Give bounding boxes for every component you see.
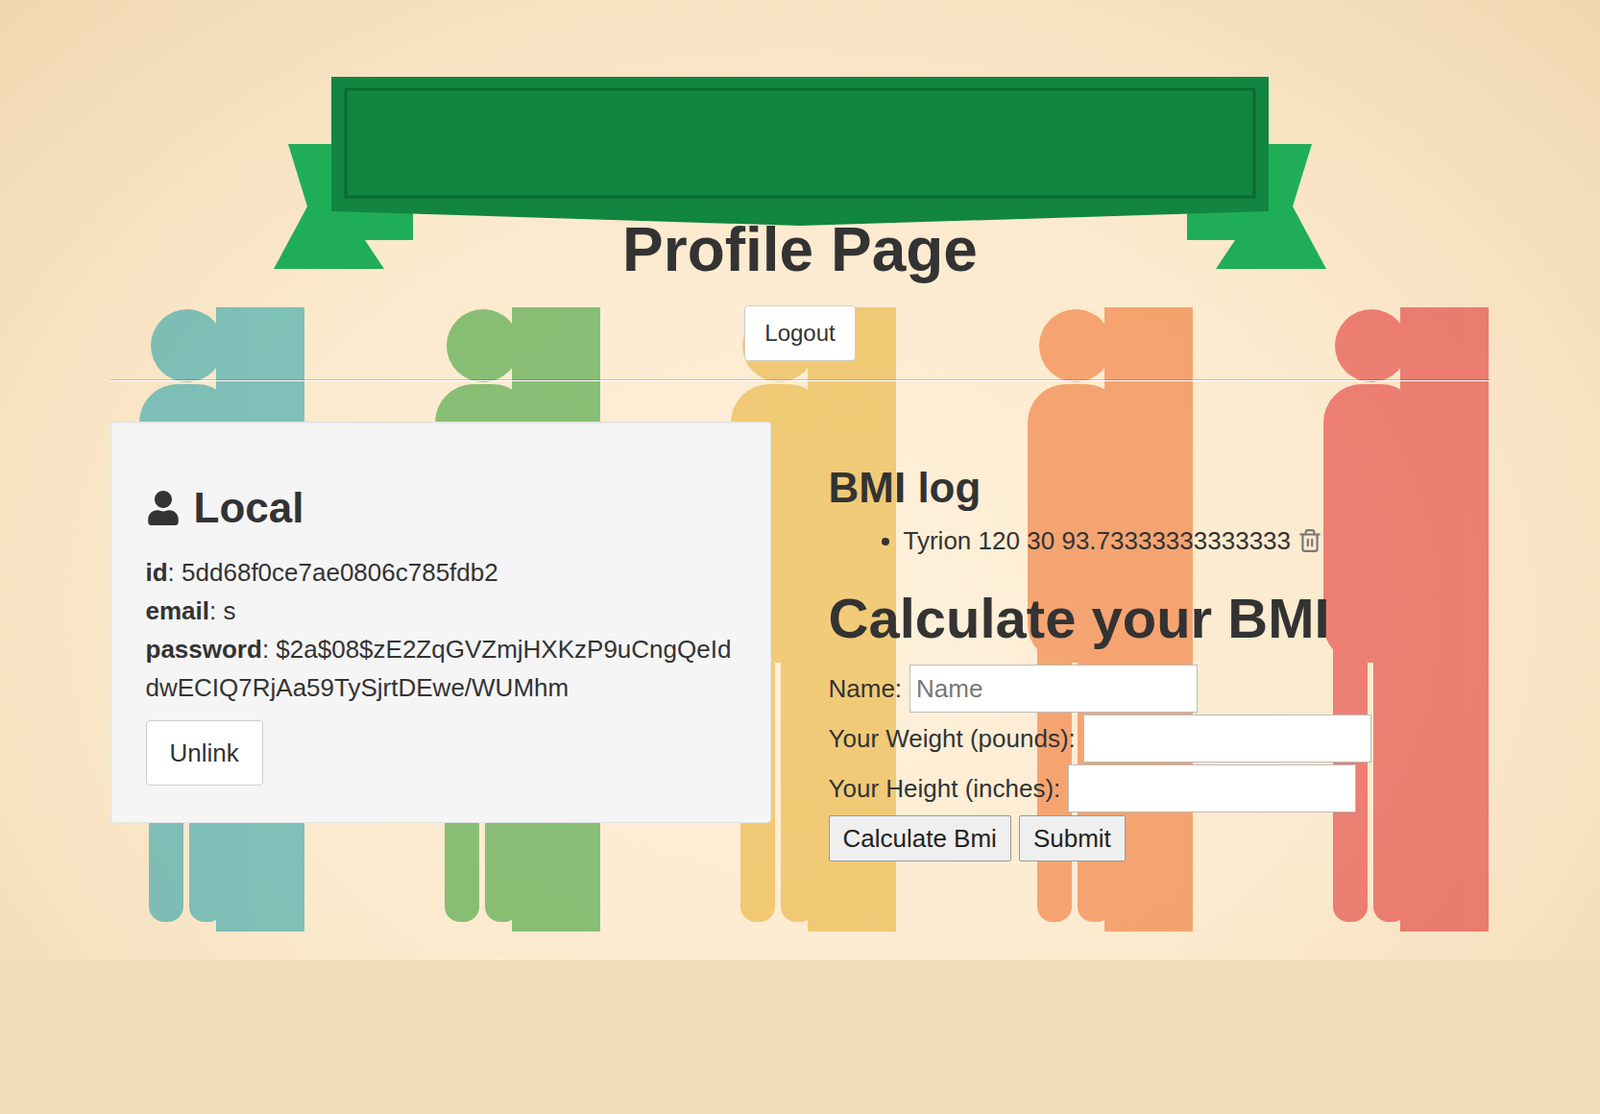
form-button[interactable]: Submit [1018,815,1126,862]
unlink-button[interactable]: Unlink [145,720,264,786]
button-row: Calculate BmiSubmit [828,815,1491,862]
page-title: Profile Page [622,216,978,284]
text-input[interactable] [909,664,1198,713]
text-input[interactable] [1067,764,1357,813]
profile-field: id: 5dd68f0ce7ae0806c785fdb2 [145,553,736,592]
form-row: Name: [828,663,1491,714]
bmi-column: BMI log Tyrion1203093.73333333333333 Calcu… [828,421,1491,862]
content-row: Local id: 5dd68f0ce7ae0806c785fdb2email: … [110,421,1491,862]
field-label: email [145,596,211,626]
divider [110,379,1491,382]
form-button[interactable]: Calculate Bmi [828,815,1012,862]
log-entry: Tyrion1203093.73333333333333 [903,521,1491,560]
field-value: s [222,596,236,626]
figure-icon [1323,307,1489,932]
form-row: Your Weight (pounds): [828,713,1491,764]
text-input[interactable] [1083,714,1372,763]
profile-field: email: s [145,591,736,631]
field-label: Your Weight (pounds): [828,724,1076,754]
user-icon [145,490,181,526]
bmi-log-list: Tyrion1203093.73333333333333 [828,521,1491,560]
profile-page: Profile Page Logout Local id: 5dd68f0ce7ae0… [0,0,1600,1114]
page-content: Profile Page Logout Local id: 5dd68f0ce7ae0… [0,0,1600,862]
field-value: 5dd68f0ce7ae0806c785fdb2 [181,557,499,587]
field-label: Name: [828,674,903,704]
field-label: password [145,634,263,664]
logout-button[interactable]: Logout [744,305,855,362]
log-title: BMI log [828,463,1491,512]
calculator-title: Calculate your BMI [828,586,1491,651]
field-label: Your Height (inches): [828,774,1062,804]
local-card: Local id: 5dd68f0ce7ae0806c785fdb2email: … [110,421,772,824]
trash-icon[interactable] [1297,528,1323,554]
form-row: Your Height (inches): [828,763,1491,814]
card-heading: Local [145,484,736,533]
profile-field: password: $2a$08$zE2ZqGVZmjHXKzP9uCngQeI… [145,630,736,707]
field-label: id [145,557,169,587]
